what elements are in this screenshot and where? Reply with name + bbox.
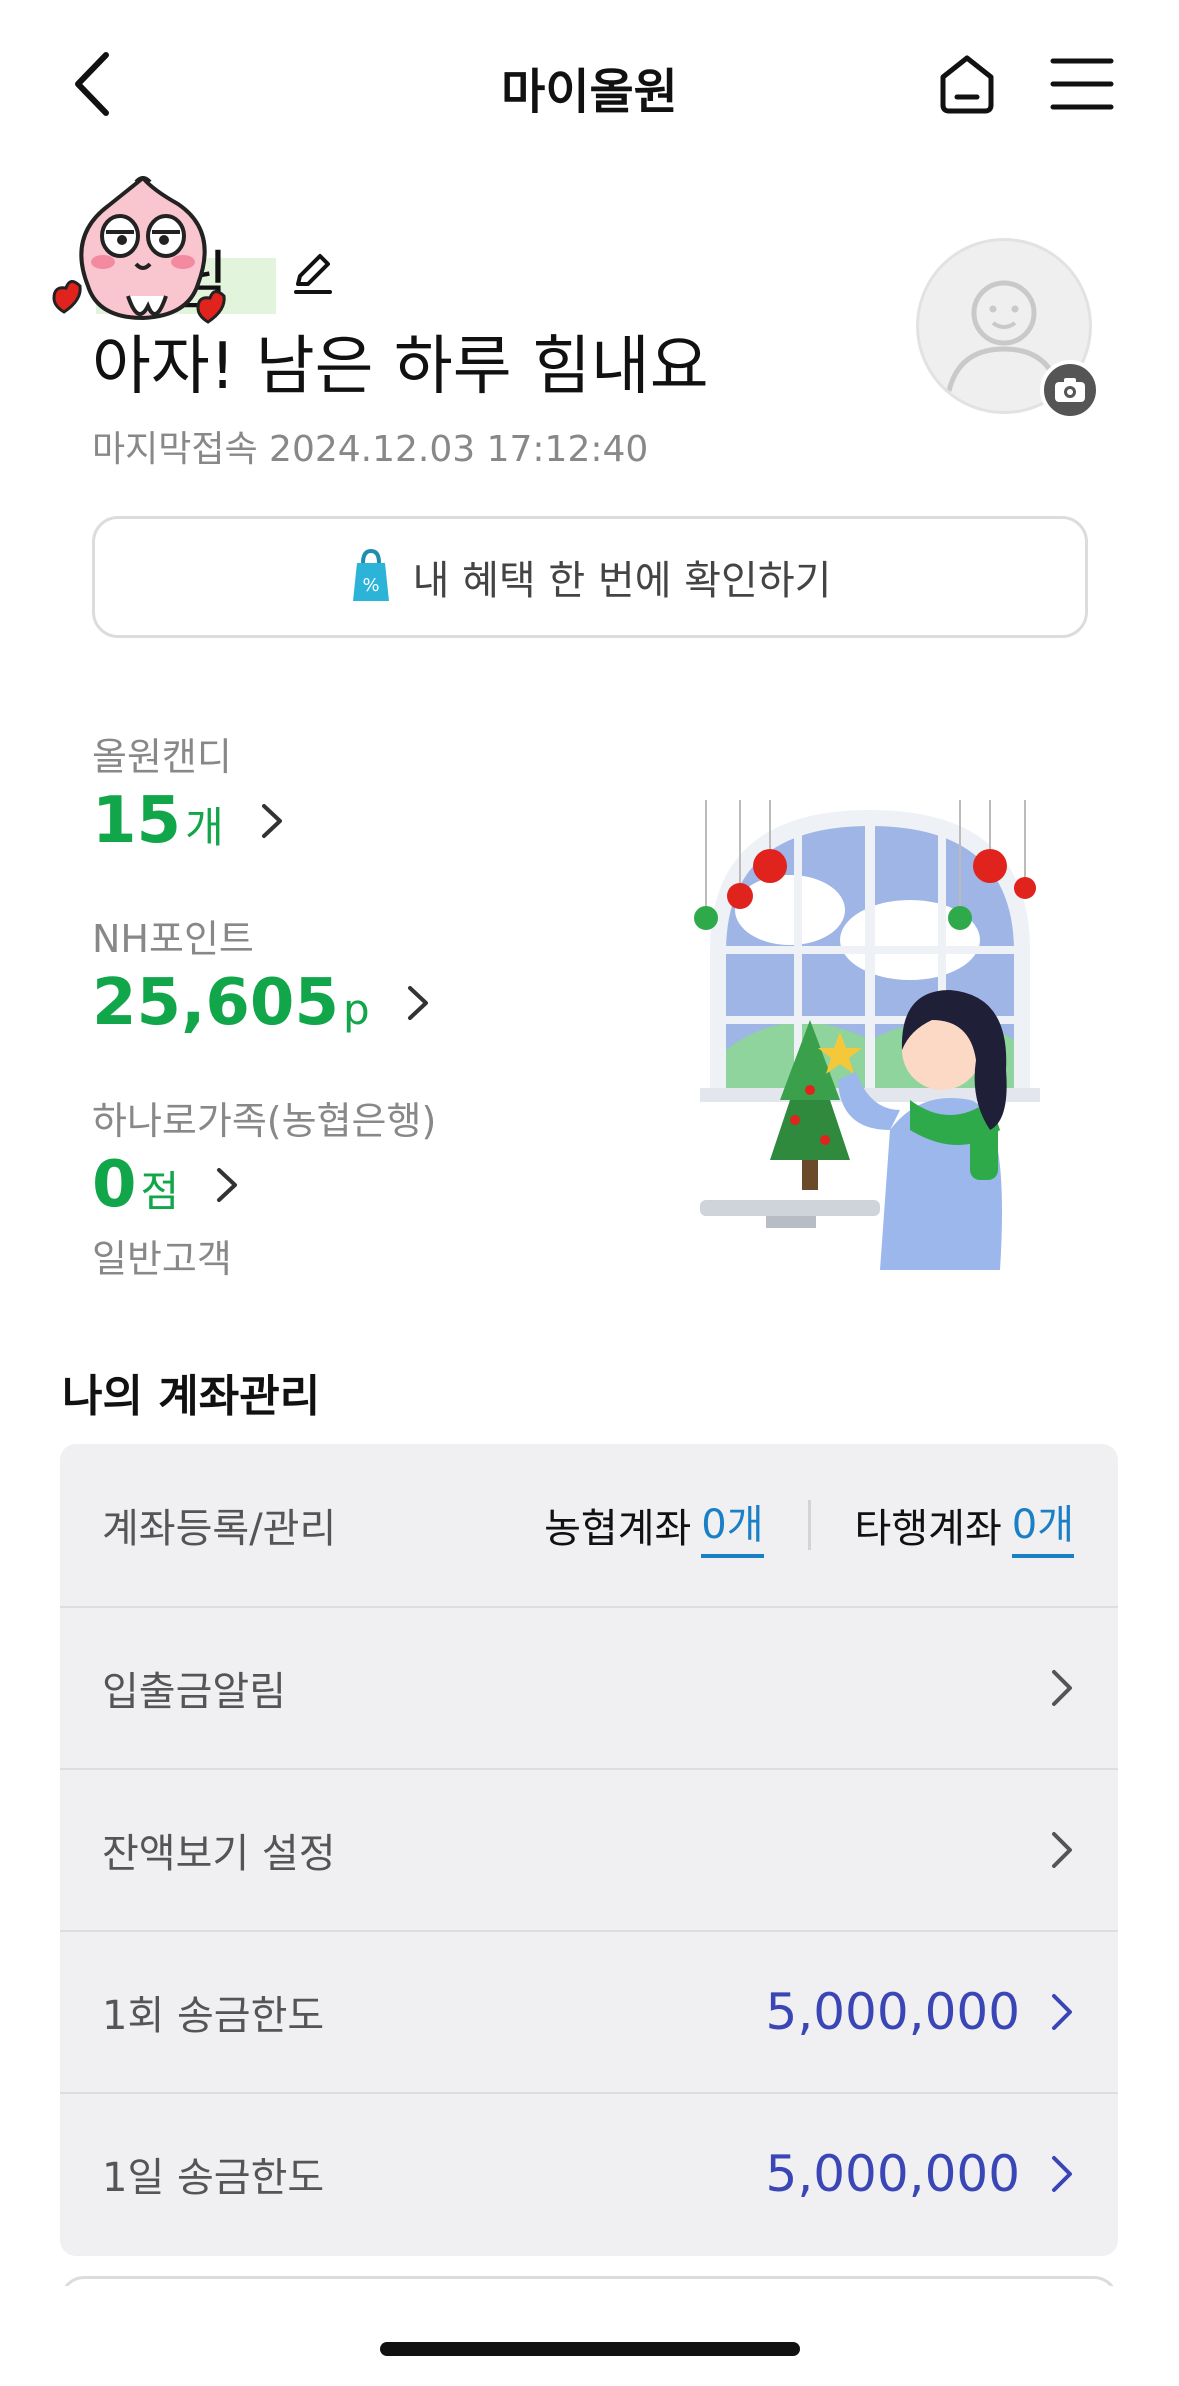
row-label: 잔액보기 설정 bbox=[102, 1831, 336, 1877]
accounts-section-title: 나의 계좌관리 bbox=[62, 1371, 321, 1422]
balance-view-settings-row[interactable]: 잔액보기 설정 bbox=[60, 1768, 1118, 1930]
greeting-text: 아자! 남은 하루 힘내요 bbox=[92, 330, 709, 404]
other-accounts-link[interactable]: 타행계좌 0개 bbox=[855, 1492, 1074, 1558]
benefits-button[interactable]: % 내 혜택 한 번에 확인하기 bbox=[92, 516, 1088, 638]
row-label: 1회 송금한도 bbox=[102, 1993, 325, 2039]
svg-text:%: % bbox=[362, 575, 379, 596]
limit-amount: 5,000,000 bbox=[765, 1983, 1020, 2041]
christmas-illustration bbox=[694, 800, 1040, 1270]
deposit-alert-row[interactable]: 입출금알림 bbox=[60, 1606, 1118, 1768]
menu-button[interactable] bbox=[1046, 44, 1118, 124]
limit-amount: 5,000,000 bbox=[765, 2145, 1020, 2203]
edit-name-button[interactable] bbox=[290, 248, 338, 296]
last-login: 마지막접속 2024.12.03 17:12:40 bbox=[92, 429, 649, 470]
hanaro-value: 0점 bbox=[92, 1148, 180, 1222]
chevron-right-icon bbox=[1052, 2156, 1072, 2192]
benefits-button-label: 내 혜택 한 번에 확인하기 bbox=[412, 558, 832, 604]
per-transfer-limit-row[interactable]: 1회 송금한도 5,000,000 bbox=[60, 1930, 1118, 2092]
home-indicator[interactable] bbox=[380, 2342, 800, 2356]
pencil-icon bbox=[294, 254, 332, 294]
nh-accounts-label: 농협계좌 bbox=[544, 1506, 692, 1552]
chevron-right-icon bbox=[217, 1168, 238, 1202]
chevron-right-icon bbox=[407, 986, 428, 1020]
accounts-panel: 계좌등록/관리 농협계좌 0개 타행계좌 0개 입출금알림 잔액보기 설정 1회… bbox=[60, 1444, 1118, 2256]
other-accounts-count: 0개 bbox=[1011, 1492, 1074, 1558]
row-label: 입출금알림 bbox=[102, 1669, 286, 1715]
candy-label: 올원캔디 bbox=[92, 735, 232, 779]
chevron-right-icon bbox=[1052, 1832, 1072, 1868]
points-label: NH포인트 bbox=[92, 917, 254, 961]
chevron-right-icon bbox=[1052, 1670, 1072, 1706]
scroll-fade bbox=[0, 2286, 1179, 2386]
account-register-label[interactable]: 계좌등록/관리 bbox=[102, 1496, 544, 1554]
change-photo-button[interactable] bbox=[1040, 360, 1100, 420]
points-value: 25,605 p bbox=[92, 966, 370, 1040]
divider bbox=[807, 1500, 811, 1550]
hamburger-menu-icon bbox=[1050, 58, 1114, 110]
candy-link[interactable]: 15 개 bbox=[92, 784, 284, 858]
account-register-row: 계좌등록/관리 농협계좌 0개 타행계좌 0개 bbox=[60, 1444, 1118, 1606]
other-accounts-label: 타행계좌 bbox=[854, 1506, 1002, 1552]
hanaro-label: 하나로가족(농협은행) bbox=[92, 1099, 437, 1143]
home-button[interactable] bbox=[930, 44, 1004, 124]
camera-icon bbox=[1055, 378, 1085, 402]
chevron-right-icon bbox=[261, 804, 282, 838]
price-tag-icon: % bbox=[352, 549, 389, 601]
candy-value: 15 개 bbox=[92, 784, 224, 858]
chevron-right-icon bbox=[1052, 1994, 1072, 2030]
home-icon bbox=[940, 55, 994, 114]
nh-accounts-link[interactable]: 농협계좌 0개 bbox=[544, 1492, 764, 1558]
points-link[interactable]: 25,605 p bbox=[92, 966, 430, 1040]
hanaro-grade: 일반고객 bbox=[92, 1237, 232, 1281]
hanaro-link[interactable]: 0점 bbox=[92, 1148, 239, 1222]
nh-accounts-count: 0개 bbox=[701, 1492, 764, 1558]
row-label: 1일 송금한도 bbox=[102, 2155, 325, 2201]
daily-transfer-limit-row[interactable]: 1일 송금한도 5,000,000 bbox=[60, 2092, 1118, 2254]
